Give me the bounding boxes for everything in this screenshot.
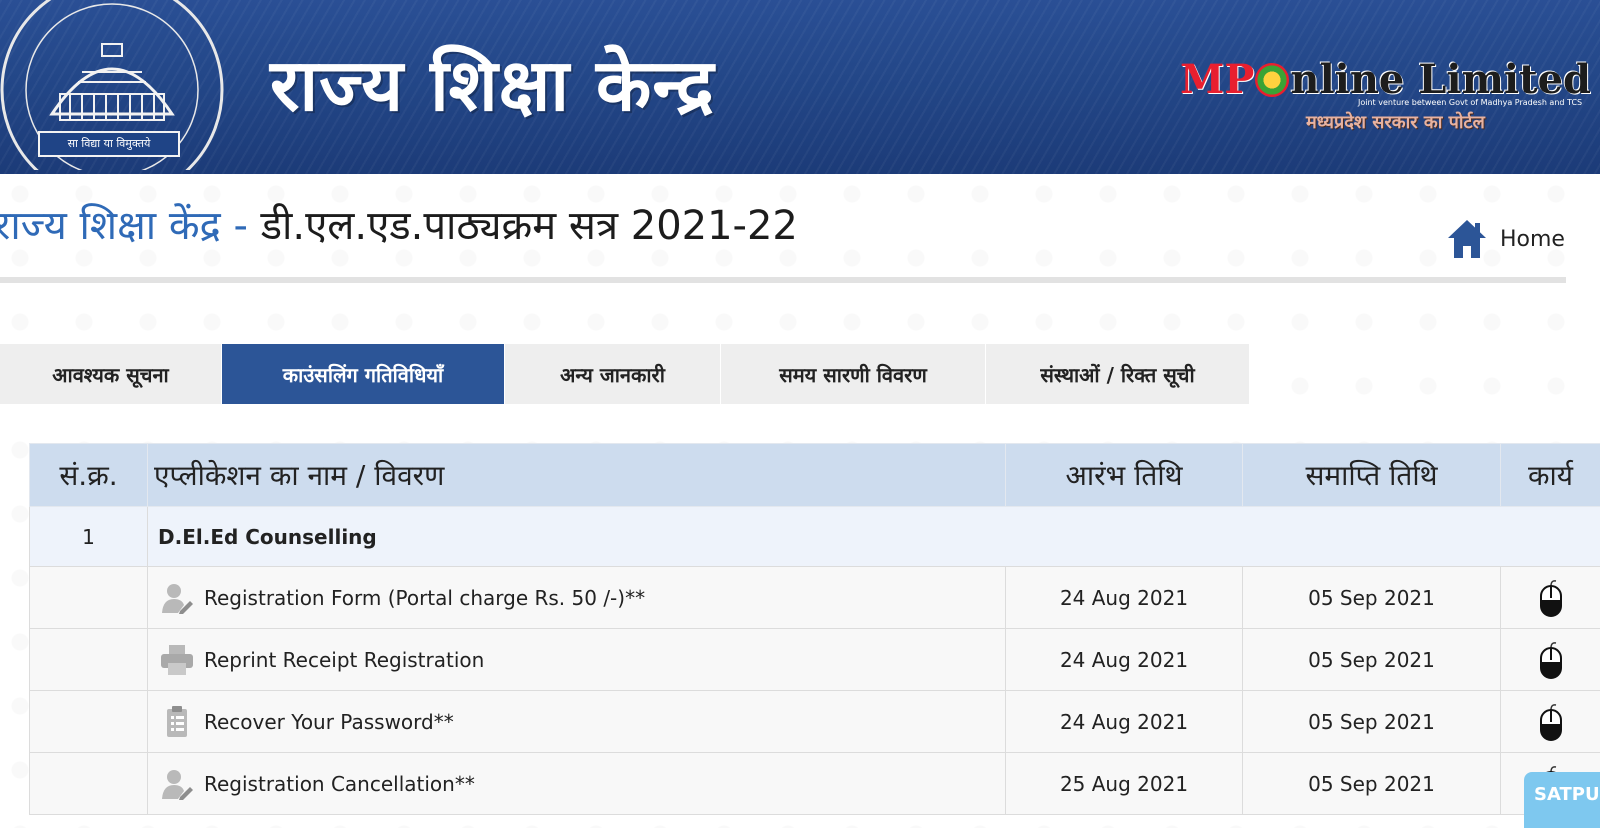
- table-header-row: सं.क्र. एप्लीकेशन का नाम / विवरण आरंभ ति…: [29, 443, 1600, 507]
- group-sno: 1: [29, 506, 148, 567]
- row-end-date: 05 Sep 2021: [1242, 628, 1501, 691]
- row-description[interactable]: Registration Cancellation**: [147, 752, 1006, 815]
- mponline-logo[interactable]: MP nline Limited Joint venture between Go…: [1180, 56, 1591, 136]
- row-sno: [29, 690, 148, 753]
- row-name[interactable]: Registration Cancellation**: [204, 772, 475, 796]
- table-row[interactable]: Registration Cancellation** 25 Aug 2021 …: [29, 752, 1600, 815]
- mponline-tagline: Joint venture between Govt of Madhya Pra…: [1358, 98, 1583, 107]
- applications-table-wrapper: सं.क्र. एप्लीकेशन का नाम / विवरण आरंभ ति…: [29, 443, 1600, 815]
- row-name[interactable]: Recover Your Password**: [204, 710, 454, 734]
- home-icon: [1448, 220, 1486, 258]
- mponline-emblem-icon: [1255, 63, 1290, 97]
- tab-timetable-details[interactable]: समय सारणी विवरण: [721, 344, 986, 404]
- page-title: राज्य शिक्षा केंद्र - डी.एल.एड.पाठ्यक्रम…: [0, 196, 798, 251]
- tab-counselling-activities[interactable]: काउंसलिंग गतिविधियाँ: [222, 344, 505, 404]
- row-name[interactable]: Registration Form (Portal charge Rs. 50 …: [204, 586, 645, 610]
- user-edit-icon: [162, 583, 193, 614]
- row-description[interactable]: Registration Form (Portal charge Rs. 50 …: [147, 566, 1006, 629]
- home-link[interactable]: Home: [1444, 216, 1565, 262]
- table-row[interactable]: Reprint Receipt Registration 24 Aug 2021…: [29, 628, 1600, 691]
- tab-institutions-vacancy-list[interactable]: संस्थाओं / रिक्त सूची: [986, 344, 1250, 404]
- row-sno: [29, 752, 148, 815]
- row-sno: [29, 628, 148, 691]
- column-header-start-date: आरंभ तिथि: [1005, 443, 1243, 507]
- group-name: D.El.Ed Counselling: [147, 506, 1600, 567]
- column-header-action: कार्य: [1500, 443, 1600, 507]
- row-end-date: 05 Sep 2021: [1242, 690, 1501, 753]
- mponline-logo-text: MP nline Limited: [1180, 56, 1591, 103]
- table-group-row: 1 D.El.Ed Counselling: [29, 506, 1600, 567]
- site-banner: सा विद्या या विमुक्तये राज्य शिक्षा केन्…: [0, 0, 1600, 174]
- column-header-sno: सं.क्र.: [29, 443, 148, 507]
- title-divider: [0, 277, 1566, 283]
- row-end-date: 05 Sep 2021: [1242, 566, 1501, 629]
- seal-motto: सा विद्या या विमुक्तये: [38, 131, 180, 157]
- mouse-icon[interactable]: [1537, 640, 1565, 680]
- row-name[interactable]: Reprint Receipt Registration: [204, 648, 484, 672]
- row-action[interactable]: [1500, 690, 1600, 753]
- page-title-accent: राज्य शिक्षा केंद्र -: [0, 203, 261, 249]
- user-edit-icon: [162, 769, 193, 800]
- column-header-name: एप्लीकेशन का नाम / विवरण: [147, 443, 1006, 507]
- row-action[interactable]: [1500, 628, 1600, 691]
- row-description[interactable]: Reprint Receipt Registration: [147, 628, 1006, 691]
- applications-table: सं.क्र. एप्लीकेशन का नाम / विवरण आरंभ ति…: [29, 443, 1600, 815]
- table-row[interactable]: Registration Form (Portal charge Rs. 50 …: [29, 566, 1600, 629]
- mouse-icon[interactable]: [1537, 578, 1565, 618]
- mponline-logo-prefix: MP: [1180, 56, 1255, 103]
- row-description[interactable]: Recover Your Password**: [147, 690, 1006, 753]
- row-start-date: 24 Aug 2021: [1005, 566, 1243, 629]
- row-sno: [29, 566, 148, 629]
- corner-badge[interactable]: SATPU: [1524, 772, 1600, 828]
- banner-title: राज्य शिक्षा केन्द्र: [270, 43, 715, 127]
- mponline-logo-main: nline Limited: [1290, 56, 1592, 103]
- row-action[interactable]: [1500, 566, 1600, 629]
- page-title-main: डी.एल.एड.पाठ्यक्रम सत्र 2021-22: [260, 203, 798, 249]
- mouse-icon[interactable]: [1537, 702, 1565, 742]
- mponline-hindi-tagline: मध्यप्रदेश सरकार का पोर्टल: [1306, 112, 1485, 133]
- tab-other-information[interactable]: अन्य जानकारी: [505, 344, 721, 404]
- home-label: Home: [1500, 226, 1565, 252]
- clipboard-icon: [167, 705, 187, 737]
- printer-icon: [161, 644, 193, 675]
- table-row[interactable]: Recover Your Password** 24 Aug 2021 05 S…: [29, 690, 1600, 753]
- row-end-date: 05 Sep 2021: [1242, 752, 1501, 815]
- tab-important-notice[interactable]: आवश्यक सूचना: [0, 344, 222, 404]
- row-start-date: 25 Aug 2021: [1005, 752, 1243, 815]
- row-start-date: 24 Aug 2021: [1005, 628, 1243, 691]
- tab-bar: आवश्यक सूचना काउंसलिंग गतिविधियाँ अन्य ज…: [0, 344, 1250, 404]
- row-start-date: 24 Aug 2021: [1005, 690, 1243, 753]
- column-header-end-date: समाप्ति तिथि: [1242, 443, 1501, 507]
